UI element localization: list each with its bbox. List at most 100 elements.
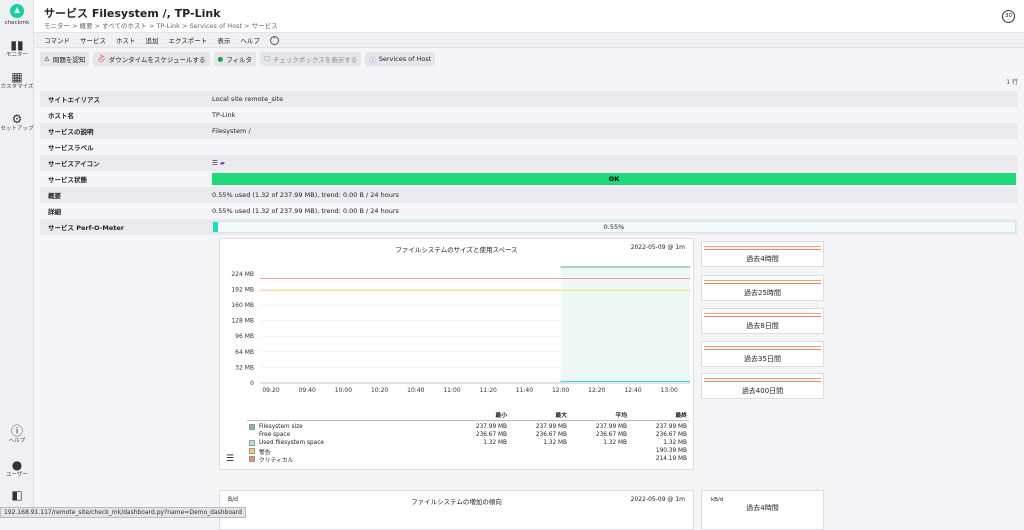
refresh-timer-icon[interactable]: 30 [1002, 10, 1015, 23]
sidebar: checkmk ▮▮ モニター ▦ カスタマイズ ⚙ セットアップ ⓘ ヘルプ … [0, 0, 34, 518]
perfometer-fill [213, 222, 218, 232]
graph2-date: 2022-05-09 @ 1m [631, 496, 685, 503]
y-tick-label: 128 MB [231, 318, 254, 325]
breadcrumb[interactable]: モニター > 概要 > すべてのホスト > TP-Link > Services… [44, 20, 278, 30]
row-value[interactable]: TP-Link [212, 111, 1018, 119]
mini-graph-400d[interactable]: 過去400日間 [701, 373, 824, 399]
row-label: サービス状態 [40, 174, 212, 184]
mini-line-warn [704, 346, 821, 347]
filesystem-graph[interactable]: ファイルシステムのサイズと使用スペース 2022-05-09 @ 1m 224 … [219, 238, 694, 470]
perfometer-cell: 0.55% [212, 221, 1018, 233]
show-checkboxes-button[interactable]: ☐ チェックボックスを表示する [260, 52, 361, 66]
legend-swatch [249, 424, 255, 430]
toolbar: ⚠ 問題を認知 ⛑ ダウンタイムをスケジュールする ● フィルタ ☐ チェックボ… [34, 48, 1024, 70]
mini-label: 過去8日間 [702, 321, 823, 331]
table-row: 詳細0.55% used (1.32 of 237.99 MB), trend:… [40, 203, 1018, 219]
growth-trend-graph[interactable]: B/d ファイルシステムの増加の傾向 2022-05-09 @ 1m [219, 490, 694, 530]
perfometer-label: 0.55% [604, 223, 625, 231]
mini-line-crit [704, 316, 821, 317]
filesystem-size-area [561, 267, 690, 383]
legend-value: 236.67 MB [447, 432, 507, 438]
sidebar-item-user[interactable]: ● ユーザー [0, 458, 34, 479]
collapse-menu-icon[interactable]: ⌃ [270, 36, 279, 45]
services-of-host-button[interactable]: ⓘ Services of Host [365, 52, 435, 66]
legend-value: 237.99 MB [507, 424, 567, 430]
mini-graph-35d[interactable]: 過去35日間 [701, 341, 824, 367]
legend-label: Used filesystem space [259, 440, 324, 446]
legend-label: Free space [259, 432, 290, 438]
checkmk-logo[interactable]: checkmk [4, 4, 30, 26]
x-tick-label: 13:00 [661, 387, 678, 394]
state-cell: OK [212, 173, 1018, 185]
graph-icon[interactable]: ▰ [220, 159, 225, 167]
mini-graph-4h[interactable]: 過去4時間 [701, 241, 824, 267]
y-tick-label: 160 MB [231, 302, 254, 309]
sidebar-toggle[interactable]: ◧ [0, 488, 34, 502]
menu-help[interactable]: ヘルプ [240, 35, 260, 45]
graph-menu-icon[interactable]: ☰ [226, 454, 234, 464]
row-value[interactable]: Filesystem / [212, 127, 1018, 135]
sidebar-item-label: セットアップ [0, 126, 33, 132]
perfometer[interactable]: 0.55% [212, 221, 1016, 233]
downtime-icon: ⛑ [97, 55, 105, 63]
menu-display[interactable]: 表示 [217, 35, 230, 45]
table-row: サービスアイコン☰ ▰ [40, 155, 1018, 171]
mini-label: 過去25時間 [702, 288, 823, 298]
mini-line-crit [704, 381, 821, 382]
row-label: 概要 [40, 190, 212, 200]
menu-icon[interactable]: ☰ [212, 159, 218, 167]
button-label: Services of Host [379, 55, 432, 63]
legend-row: Free space236.67 MB236.67 MB236.67 MB236… [247, 431, 689, 439]
menu-service[interactable]: サービス [80, 35, 106, 45]
menu-export[interactable]: エクスポート [169, 35, 208, 45]
sidebar-item-customize[interactable]: ▦ カスタマイズ [0, 70, 34, 91]
legend-value: 237.99 MB [567, 424, 627, 430]
menu-host[interactable]: ホスト [116, 35, 136, 45]
sidebar-item-label: ユーザー [6, 472, 28, 478]
button-label: フィルタ [226, 54, 252, 64]
sidebar-item-setup[interactable]: ⚙ セットアップ [0, 112, 34, 133]
sidebar-item-label: カスタマイズ [1, 84, 34, 90]
legend-name: Free space [247, 432, 447, 438]
checkbox-icon: ☐ [264, 55, 270, 63]
schedule-downtime-button[interactable]: ⛑ ダウンタイムをスケジュールする [93, 52, 209, 66]
legend-value: 214.19 MB [627, 456, 687, 462]
services-icon: ⓘ [369, 54, 376, 64]
acknowledge-button[interactable]: ⚠ 問題を認知 [40, 52, 89, 66]
mini-graph-8d[interactable]: 過去8日間 [701, 308, 824, 334]
filter-button[interactable]: ● フィルタ [214, 52, 257, 66]
mini2-label: 過去4時間 [702, 503, 823, 513]
mini-line-crit [704, 249, 821, 250]
mini-graph-25h[interactable]: 過去25時間 [701, 275, 824, 301]
table-row: サービス Perf-O-Meter0.55% [40, 219, 1018, 235]
menu-commands[interactable]: コマンド [44, 35, 70, 45]
legend-rows: Filesystem size237.99 MB237.99 MB237.99 … [247, 423, 689, 463]
legend-row: クリティカル214.19 MB [247, 455, 689, 463]
menu-add[interactable]: 追加 [146, 35, 159, 45]
legend-swatch [249, 456, 255, 462]
legend-header-max: 最大 [507, 410, 567, 419]
filter-icon: ● [218, 55, 224, 63]
legend-value: 236.67 MB [507, 432, 567, 438]
legend-header-last: 最終 [627, 410, 687, 419]
button-label: チェックボックスを表示する [273, 54, 357, 64]
service-icons: ☰ ▰ [212, 159, 1018, 167]
legend-value: 190.39 MB [627, 448, 687, 454]
x-tick-label: 10:00 [335, 387, 352, 394]
mini-line-warn [704, 246, 821, 247]
mini-label: 過去4時間 [702, 254, 823, 264]
mini-line-warn [704, 378, 821, 379]
sidebar-item-monitor[interactable]: ▮▮ モニター [0, 38, 34, 59]
row-value: Local site remote_site [212, 95, 1018, 103]
y-tick-label: 224 MB [231, 271, 254, 278]
header: サービス Filesystem /, TP-Link モニター > 概要 > す… [34, 0, 1024, 33]
row-value: 0.55% used (1.32 of 237.99 MB), trend: 0… [212, 191, 1018, 199]
legend-header: 最小 最大 平均 最終 [247, 409, 689, 421]
y-tick-label: 0 [250, 380, 254, 387]
x-tick-label: 09:20 [262, 387, 279, 394]
sidebar-item-help[interactable]: ⓘ ヘルプ [0, 424, 34, 445]
x-tick-label: 09:40 [299, 387, 316, 394]
legend-label: Filesystem size [259, 424, 303, 430]
growth-mini-graph-4h[interactable]: kB/d 過去4時間 [701, 490, 824, 530]
legend-value: 1.32 MB [627, 440, 687, 446]
